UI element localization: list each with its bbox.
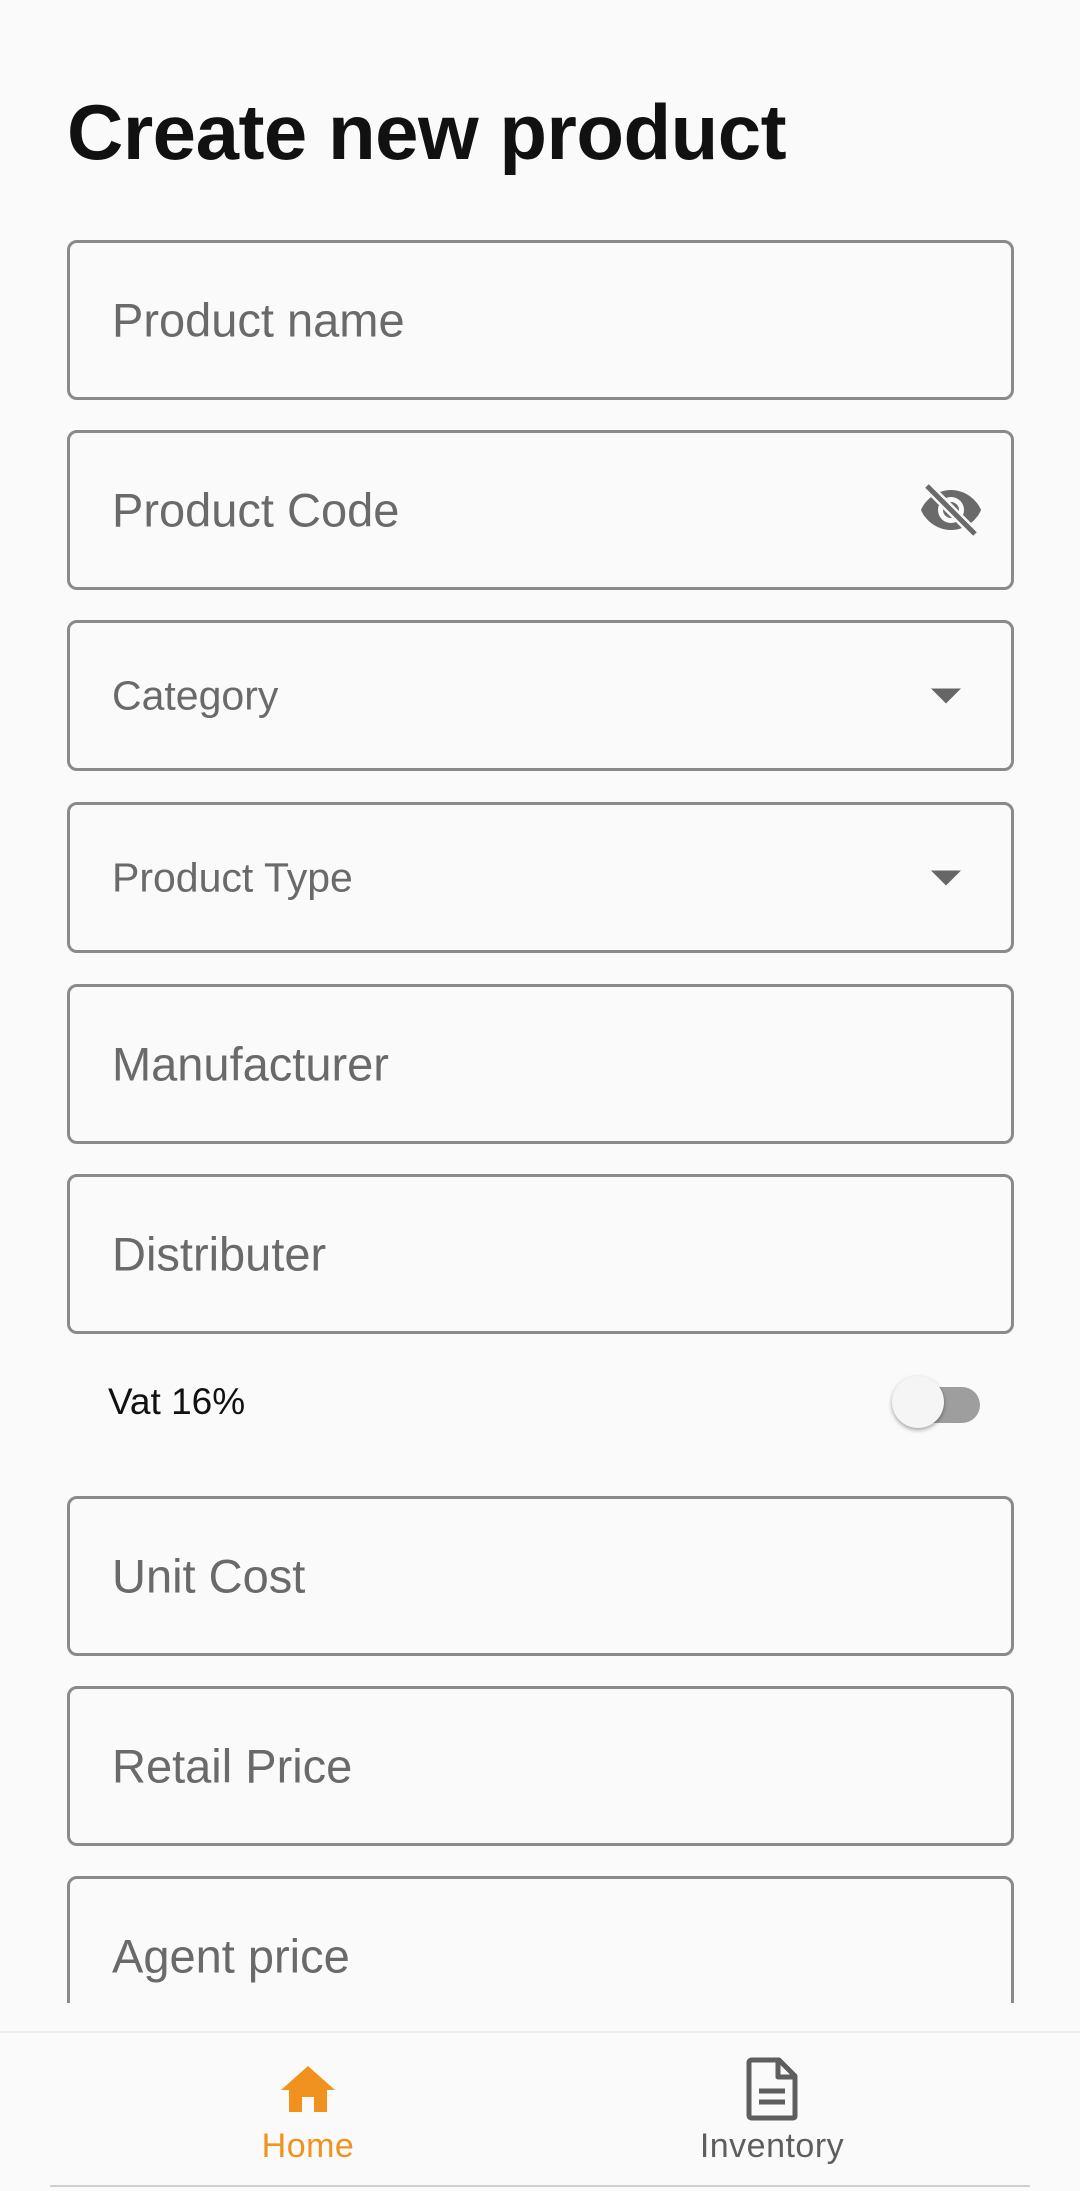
product-code-field[interactable]: Product Code bbox=[67, 430, 1014, 590]
nav-item-inventory[interactable]: Inventory bbox=[622, 2033, 922, 2183]
distributer-field[interactable]: Distributer bbox=[67, 1174, 1014, 1334]
nav-inventory-label: Inventory bbox=[699, 2127, 845, 2165]
nav-item-home[interactable]: Home bbox=[158, 2033, 458, 2183]
form-scroll-area[interactable]: Create new product Product name Product … bbox=[0, 0, 1080, 2003]
chevron-down-icon bbox=[931, 688, 961, 703]
distributer-placeholder: Distributer bbox=[112, 1227, 327, 1281]
bottom-navigation: Home Inventory bbox=[0, 2031, 1080, 2191]
product-type-dropdown[interactable]: Product Type bbox=[67, 802, 1014, 953]
eye-off-icon bbox=[921, 482, 981, 538]
product-name-placeholder: Product name bbox=[112, 293, 405, 347]
page-title: Create new product bbox=[67, 88, 787, 176]
manufacturer-placeholder: Manufacturer bbox=[112, 1037, 389, 1091]
switch-thumb bbox=[892, 1376, 944, 1428]
unit-cost-placeholder: Unit Cost bbox=[112, 1549, 306, 1603]
vat-toggle-row: Vat 16% bbox=[67, 1362, 1014, 1442]
unit-cost-field[interactable]: Unit Cost bbox=[67, 1496, 1014, 1656]
vat-label: Vat 16% bbox=[108, 1381, 246, 1422]
agent-price-field[interactable]: Agent price bbox=[67, 1876, 1014, 2003]
chevron-down-icon bbox=[931, 870, 961, 885]
visibility-toggle-button[interactable] bbox=[919, 482, 983, 538]
retail-price-field[interactable]: Retail Price bbox=[67, 1686, 1014, 1846]
category-placeholder: Category bbox=[112, 672, 279, 718]
product-name-field[interactable]: Product name bbox=[67, 240, 1014, 400]
retail-price-placeholder: Retail Price bbox=[112, 1739, 353, 1793]
home-icon bbox=[281, 2066, 335, 2112]
category-dropdown[interactable]: Category bbox=[67, 620, 1014, 771]
nav-divider bbox=[50, 2185, 1030, 2187]
nav-home-label: Home bbox=[261, 2127, 355, 2165]
create-product-screen: Create new product Product name Product … bbox=[0, 0, 1080, 2191]
vat-switch[interactable] bbox=[892, 1374, 984, 1430]
document-icon bbox=[746, 2057, 798, 2121]
product-type-placeholder: Product Type bbox=[112, 854, 353, 900]
product-code-placeholder: Product Code bbox=[112, 483, 400, 537]
agent-price-placeholder: Agent price bbox=[112, 1929, 350, 1983]
manufacturer-field[interactable]: Manufacturer bbox=[67, 984, 1014, 1144]
